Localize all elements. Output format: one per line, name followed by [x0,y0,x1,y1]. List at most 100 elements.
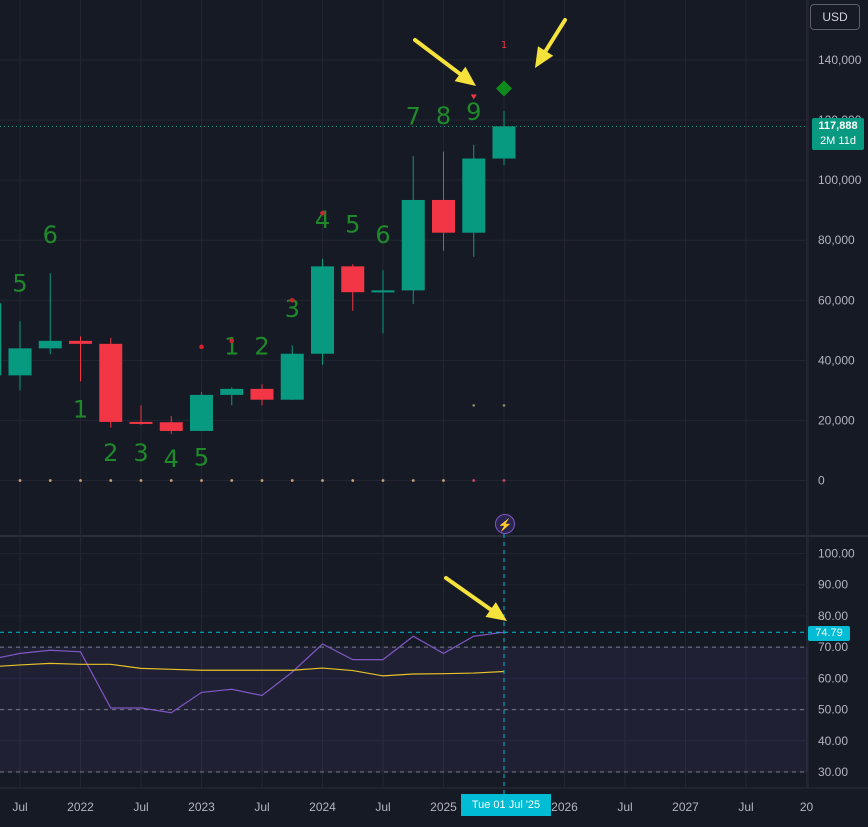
rsi-axis-label: 70.00 [818,640,848,654]
candle-body[interactable] [38,340,62,349]
zero-line-dot [230,479,234,482]
rsi-axis-label: 40.00 [818,734,848,748]
zero-line-dot [472,479,476,482]
candle-body[interactable] [8,348,32,376]
time-axis-label: Jul [617,800,632,814]
price-axis-label: 40,000 [818,353,855,367]
arrow-head [535,46,554,68]
red-dot-marker [320,210,325,216]
zero-line-dot [79,479,82,482]
time-axis-label: 2026 [551,800,578,814]
time-axis-label: Jul [375,800,390,814]
last-price: 117,888 [818,120,858,132]
arrow-head [454,66,476,86]
arrow-shaft [413,38,463,76]
candle-body[interactable] [129,421,153,424]
rsi-axis-label: 100.00 [818,547,855,561]
rsi-axis-label: 90.00 [818,578,848,592]
td-count-label: 5 [12,269,27,297]
candle-body[interactable] [99,343,123,422]
zero-line-dot [381,479,385,482]
level-dot [502,404,506,407]
zero-line-dot [502,479,506,482]
candle-body[interactable] [0,303,2,376]
red-dot-marker [289,297,295,303]
time-axis-label: 2023 [188,800,215,814]
candle-body[interactable] [280,353,304,400]
currency-button[interactable]: USD [810,4,860,30]
time-axis-label: 2025 [430,800,457,814]
candle-body[interactable] [401,199,425,291]
td-count-label: 5 [194,443,209,471]
candle-body[interactable] [159,422,183,431]
yellow-arrow-annotation [535,18,567,68]
rsi-value-label: 74.79 [808,626,850,641]
zero-line-dot [169,479,173,482]
td-count-label: 3 [133,439,148,467]
zero-line-dot [260,479,264,482]
zero-line-dot [18,479,22,482]
red-dot-marker [199,344,204,350]
rsi-axis-label: 50.00 [818,703,848,717]
zero-line-dot [200,479,203,482]
lightning-icon[interactable]: ⚡ [495,514,515,534]
time-axis-label: 2024 [309,800,336,814]
candle-body[interactable] [432,199,455,233]
zero-line-dot [442,479,445,482]
td-count-label: 2 [103,439,118,467]
candle-body[interactable] [220,388,244,395]
td-count-label: 1 [501,40,507,51]
zero-line-dot [411,479,415,482]
zero-line-dot [321,479,324,482]
td-count-label: 4 [315,206,330,234]
time-axis-label: Jul [133,800,148,814]
diamond-marker [496,80,512,97]
candle-body[interactable] [69,340,92,344]
price-axis-label: 100,000 [818,173,862,187]
candles[interactable] [0,111,808,434]
candle-body[interactable] [250,388,274,400]
price-axis-label: 20,000 [818,413,855,427]
zero-line-dot [290,479,294,482]
rsi-axis-label: 30.00 [818,765,848,779]
chart-canvas[interactable]: 5612 3 4 51 234 5 67 8 91 020,00040,00060,00080,… [0,0,868,827]
price-axis-label: 0 [818,474,825,488]
candle-body[interactable] [311,266,334,354]
candle-body[interactable] [462,158,486,233]
candle-body[interactable] [371,290,395,293]
level-dot [472,404,476,407]
arrow-shaft [543,18,567,54]
td-count-label: 6 [43,221,58,249]
td-count-label: 9 [466,98,481,126]
time-axis-label: 2022 [67,800,94,814]
candle-body[interactable] [492,126,516,159]
td-count-label: 1 [73,395,88,423]
td-count-label: 2 [254,332,269,360]
candle-body[interactable] [341,266,365,293]
crosshair-date-label: Tue 01 Jul '25 [461,794,551,816]
td-count-label: 7 [406,103,421,131]
time-axis-label: Jul [254,800,269,814]
zero-line-dot [109,479,113,482]
time-axis-label: 20 [800,800,814,814]
rsi-axis-label: 60.00 [818,671,848,685]
td-count-label: 5 [345,211,360,239]
candle-body[interactable] [190,394,213,431]
arrow-shaft [444,576,493,612]
red-dot-marker [229,338,235,344]
td-sequential-marks: 5612 3 4 51 234 5 67 8 91 [12,40,512,482]
td-count-label: 8 [436,102,451,130]
time-axis-label: 2027 [672,800,699,814]
td-count-label: 6 [375,221,390,249]
td-count-label: 1 [224,332,239,360]
price-axis-label: 140,000 [818,53,862,67]
yellow-arrow-annotation [413,38,476,86]
td-count-label: 4 [164,445,179,473]
last-price-label: 117,888 2M 11d [812,118,864,150]
rsi-axis-label: 80.00 [818,609,848,623]
price-axis-label: 60,000 [818,293,855,307]
bar-countdown: 2M 11d [820,135,856,147]
time-axis-label: Jul [738,800,753,814]
price-axis-label: 80,000 [818,233,855,247]
zero-line-dot [139,479,143,482]
